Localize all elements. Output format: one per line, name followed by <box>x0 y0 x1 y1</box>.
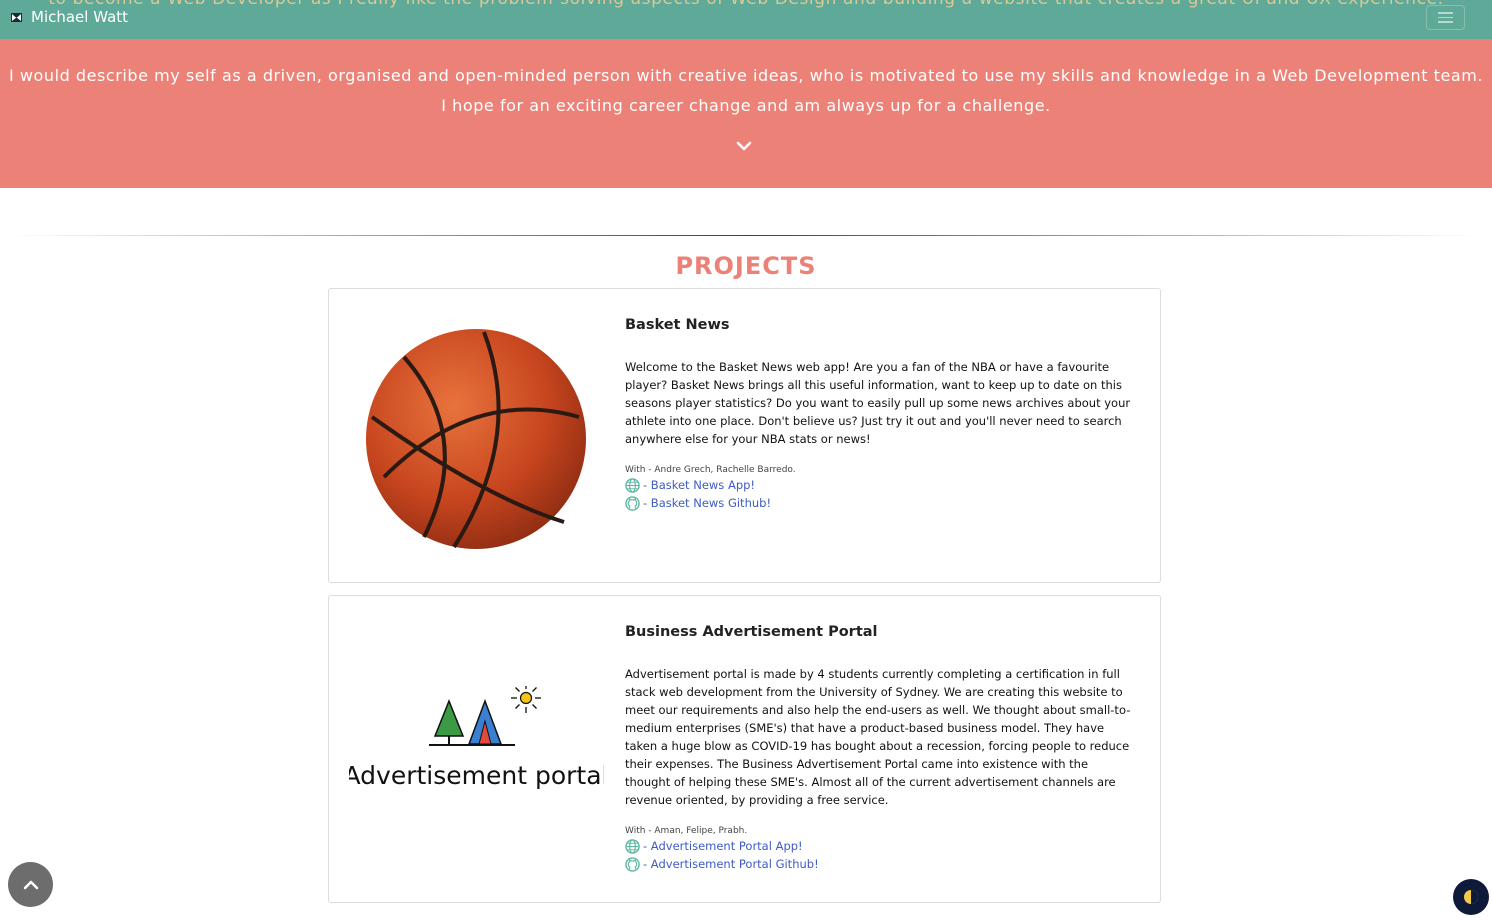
app-link-text: - Basket News App! <box>643 478 756 492</box>
project-app-link[interactable]: - Basket News App! <box>625 476 1135 494</box>
chevron-up-icon <box>23 880 38 889</box>
project-card-advertisement-portal: Advertisement portal Business Advertisem… <box>328 595 1161 903</box>
advertisement-portal-logo-text: Advertisement portal <box>349 761 604 790</box>
about-section: I would describe my self as a driven, or… <box>0 39 1492 188</box>
project-github-link[interactable]: - Advertisement Portal Github! <box>625 855 1135 873</box>
scrolled-about-text: to become a Web Developer as I really li… <box>0 0 1492 9</box>
project-app-link[interactable]: - Advertisement Portal App! <box>625 837 1135 855</box>
project-title: Basket News <box>625 317 730 333</box>
app-link-text: - Advertisement Portal App! <box>643 839 803 853</box>
chevron-down-icon[interactable] <box>736 140 752 152</box>
github-link-text: - Advertisement Portal Github! <box>643 857 819 871</box>
logo-icon <box>11 12 22 22</box>
advertisement-portal-logo: Advertisement portal <box>349 686 604 790</box>
menu-toggle-button[interactable] <box>1426 5 1465 30</box>
project-github-link[interactable]: - Basket News Github! <box>625 494 1135 512</box>
project-collaborators: With - Aman, Felipe, Prabh. <box>625 826 748 836</box>
theme-toggle-button[interactable] <box>1453 879 1489 915</box>
project-collaborators: With - Andre Grech, Rachelle Barredo. <box>625 465 796 475</box>
card-body: Basket News Welcome to the Basket News w… <box>625 317 1135 512</box>
about-text-line-2: I hope for an exciting career change and… <box>441 96 1051 115</box>
project-description: Advertisement portal is made by 4 studen… <box>625 667 1131 807</box>
globe-icon <box>625 477 640 493</box>
github-link-text: - Basket News Github! <box>643 496 772 510</box>
moon-icon <box>1464 890 1478 904</box>
hamburger-icon <box>1438 12 1453 14</box>
brand-link[interactable]: Michael Watt <box>10 8 128 26</box>
github-icon <box>625 856 640 872</box>
globe-icon <box>625 838 640 854</box>
section-divider <box>8 235 1484 236</box>
project-card-basket-news: Basket News Welcome to the Basket News w… <box>328 288 1161 583</box>
brand-name: Michael Watt <box>31 8 129 26</box>
project-description: Welcome to the Basket News web app! Are … <box>625 360 1131 446</box>
card-body: Business Advertisement Portal Advertisem… <box>625 624 1135 873</box>
navbar: to become a Web Developer as I really li… <box>0 0 1492 39</box>
about-text-line-1: I would describe my self as a driven, or… <box>9 66 1483 85</box>
back-to-top-button[interactable] <box>8 862 53 907</box>
github-icon <box>625 495 640 511</box>
projects-title: PROJECTS <box>675 252 817 280</box>
project-title: Business Advertisement Portal <box>625 624 878 640</box>
basketball-image <box>366 329 586 549</box>
